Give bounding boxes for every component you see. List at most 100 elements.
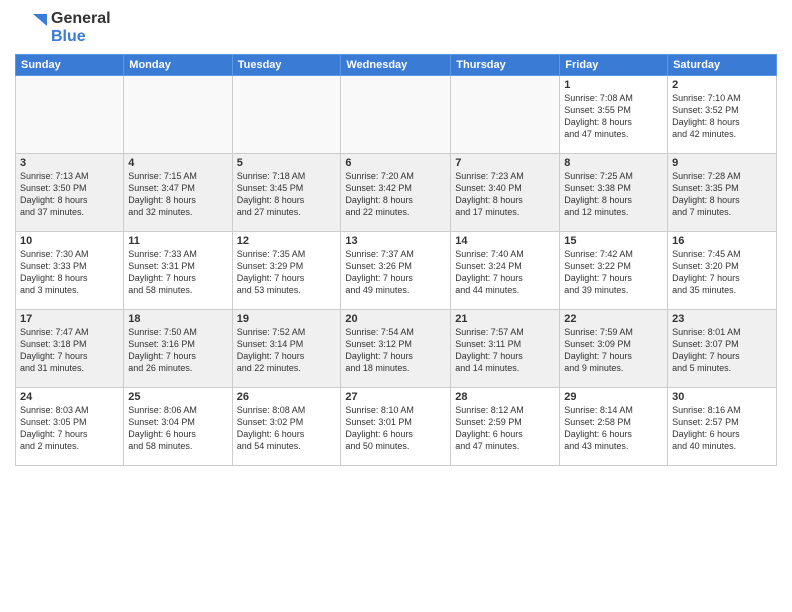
day-number: 5	[237, 157, 337, 169]
calendar-cell: 14Sunrise: 7:40 AMSunset: 3:24 PMDayligh…	[451, 232, 560, 310]
day-number: 22	[564, 313, 663, 325]
day-info: Sunrise: 8:03 AMSunset: 3:05 PMDaylight:…	[20, 404, 119, 453]
calendar-cell: 20Sunrise: 7:54 AMSunset: 3:12 PMDayligh…	[341, 310, 451, 388]
calendar-header-wednesday: Wednesday	[341, 55, 451, 76]
day-info: Sunrise: 7:54 AMSunset: 3:12 PMDaylight:…	[345, 326, 446, 375]
page: General Blue SundayMondayTuesdayWednesda…	[0, 0, 792, 612]
calendar-cell: 25Sunrise: 8:06 AMSunset: 3:04 PMDayligh…	[124, 388, 232, 466]
calendar-cell: 13Sunrise: 7:37 AMSunset: 3:26 PMDayligh…	[341, 232, 451, 310]
day-info: Sunrise: 7:33 AMSunset: 3:31 PMDaylight:…	[128, 248, 227, 297]
day-info: Sunrise: 7:57 AMSunset: 3:11 PMDaylight:…	[455, 326, 555, 375]
logo-svg	[15, 12, 47, 44]
calendar-cell: 5Sunrise: 7:18 AMSunset: 3:45 PMDaylight…	[232, 154, 341, 232]
day-info: Sunrise: 7:28 AMSunset: 3:35 PMDaylight:…	[672, 170, 772, 219]
calendar-week-1: 1Sunrise: 7:08 AMSunset: 3:55 PMDaylight…	[16, 76, 777, 154]
day-number: 28	[455, 391, 555, 403]
calendar-cell	[341, 76, 451, 154]
day-info: Sunrise: 7:20 AMSunset: 3:42 PMDaylight:…	[345, 170, 446, 219]
day-info: Sunrise: 7:18 AMSunset: 3:45 PMDaylight:…	[237, 170, 337, 219]
day-number: 15	[564, 235, 663, 247]
day-info: Sunrise: 7:25 AMSunset: 3:38 PMDaylight:…	[564, 170, 663, 219]
calendar-cell: 27Sunrise: 8:10 AMSunset: 3:01 PMDayligh…	[341, 388, 451, 466]
day-info: Sunrise: 7:52 AMSunset: 3:14 PMDaylight:…	[237, 326, 337, 375]
calendar-cell: 16Sunrise: 7:45 AMSunset: 3:20 PMDayligh…	[668, 232, 777, 310]
day-info: Sunrise: 7:45 AMSunset: 3:20 PMDaylight:…	[672, 248, 772, 297]
calendar-cell: 24Sunrise: 8:03 AMSunset: 3:05 PMDayligh…	[16, 388, 124, 466]
calendar-week-5: 24Sunrise: 8:03 AMSunset: 3:05 PMDayligh…	[16, 388, 777, 466]
day-info: Sunrise: 8:08 AMSunset: 3:02 PMDaylight:…	[237, 404, 337, 453]
day-number: 25	[128, 391, 227, 403]
calendar-cell: 18Sunrise: 7:50 AMSunset: 3:16 PMDayligh…	[124, 310, 232, 388]
day-number: 18	[128, 313, 227, 325]
day-info: Sunrise: 7:50 AMSunset: 3:16 PMDaylight:…	[128, 326, 227, 375]
header: General Blue	[15, 10, 777, 46]
calendar-cell: 6Sunrise: 7:20 AMSunset: 3:42 PMDaylight…	[341, 154, 451, 232]
calendar-header-saturday: Saturday	[668, 55, 777, 76]
calendar-week-2: 3Sunrise: 7:13 AMSunset: 3:50 PMDaylight…	[16, 154, 777, 232]
day-number: 21	[455, 313, 555, 325]
day-info: Sunrise: 7:10 AMSunset: 3:52 PMDaylight:…	[672, 92, 772, 141]
calendar-cell: 3Sunrise: 7:13 AMSunset: 3:50 PMDaylight…	[16, 154, 124, 232]
calendar-cell: 19Sunrise: 7:52 AMSunset: 3:14 PMDayligh…	[232, 310, 341, 388]
calendar-cell: 12Sunrise: 7:35 AMSunset: 3:29 PMDayligh…	[232, 232, 341, 310]
calendar-week-3: 10Sunrise: 7:30 AMSunset: 3:33 PMDayligh…	[16, 232, 777, 310]
day-info: Sunrise: 7:23 AMSunset: 3:40 PMDaylight:…	[455, 170, 555, 219]
calendar-cell: 30Sunrise: 8:16 AMSunset: 2:57 PMDayligh…	[668, 388, 777, 466]
calendar-cell: 2Sunrise: 7:10 AMSunset: 3:52 PMDaylight…	[668, 76, 777, 154]
calendar-cell: 9Sunrise: 7:28 AMSunset: 3:35 PMDaylight…	[668, 154, 777, 232]
calendar-cell: 10Sunrise: 7:30 AMSunset: 3:33 PMDayligh…	[16, 232, 124, 310]
day-number: 13	[345, 235, 446, 247]
day-number: 16	[672, 235, 772, 247]
day-number: 29	[564, 391, 663, 403]
day-number: 10	[20, 235, 119, 247]
day-number: 24	[20, 391, 119, 403]
calendar: SundayMondayTuesdayWednesdayThursdayFrid…	[15, 54, 777, 466]
calendar-cell	[232, 76, 341, 154]
day-number: 4	[128, 157, 227, 169]
day-info: Sunrise: 8:16 AMSunset: 2:57 PMDaylight:…	[672, 404, 772, 453]
day-info: Sunrise: 7:47 AMSunset: 3:18 PMDaylight:…	[20, 326, 119, 375]
day-info: Sunrise: 7:40 AMSunset: 3:24 PMDaylight:…	[455, 248, 555, 297]
calendar-week-4: 17Sunrise: 7:47 AMSunset: 3:18 PMDayligh…	[16, 310, 777, 388]
day-number: 1	[564, 79, 663, 91]
calendar-cell: 23Sunrise: 8:01 AMSunset: 3:07 PMDayligh…	[668, 310, 777, 388]
day-number: 27	[345, 391, 446, 403]
day-info: Sunrise: 7:08 AMSunset: 3:55 PMDaylight:…	[564, 92, 663, 141]
day-number: 9	[672, 157, 772, 169]
calendar-cell: 1Sunrise: 7:08 AMSunset: 3:55 PMDaylight…	[560, 76, 668, 154]
day-info: Sunrise: 7:13 AMSunset: 3:50 PMDaylight:…	[20, 170, 119, 219]
day-number: 12	[237, 235, 337, 247]
day-info: Sunrise: 8:12 AMSunset: 2:59 PMDaylight:…	[455, 404, 555, 453]
day-info: Sunrise: 7:15 AMSunset: 3:47 PMDaylight:…	[128, 170, 227, 219]
calendar-cell: 17Sunrise: 7:47 AMSunset: 3:18 PMDayligh…	[16, 310, 124, 388]
day-info: Sunrise: 7:30 AMSunset: 3:33 PMDaylight:…	[20, 248, 119, 297]
day-number: 7	[455, 157, 555, 169]
day-info: Sunrise: 7:42 AMSunset: 3:22 PMDaylight:…	[564, 248, 663, 297]
calendar-cell: 8Sunrise: 7:25 AMSunset: 3:38 PMDaylight…	[560, 154, 668, 232]
day-number: 14	[455, 235, 555, 247]
calendar-cell: 15Sunrise: 7:42 AMSunset: 3:22 PMDayligh…	[560, 232, 668, 310]
calendar-cell: 28Sunrise: 8:12 AMSunset: 2:59 PMDayligh…	[451, 388, 560, 466]
day-info: Sunrise: 8:10 AMSunset: 3:01 PMDaylight:…	[345, 404, 446, 453]
calendar-cell: 29Sunrise: 8:14 AMSunset: 2:58 PMDayligh…	[560, 388, 668, 466]
day-number: 17	[20, 313, 119, 325]
calendar-cell	[451, 76, 560, 154]
calendar-header-thursday: Thursday	[451, 55, 560, 76]
day-info: Sunrise: 7:35 AMSunset: 3:29 PMDaylight:…	[237, 248, 337, 297]
calendar-cell: 26Sunrise: 8:08 AMSunset: 3:02 PMDayligh…	[232, 388, 341, 466]
day-number: 26	[237, 391, 337, 403]
calendar-header-sunday: Sunday	[16, 55, 124, 76]
calendar-cell: 7Sunrise: 7:23 AMSunset: 3:40 PMDaylight…	[451, 154, 560, 232]
day-number: 3	[20, 157, 119, 169]
day-number: 20	[345, 313, 446, 325]
day-info: Sunrise: 7:37 AMSunset: 3:26 PMDaylight:…	[345, 248, 446, 297]
calendar-header-monday: Monday	[124, 55, 232, 76]
day-info: Sunrise: 8:14 AMSunset: 2:58 PMDaylight:…	[564, 404, 663, 453]
day-number: 19	[237, 313, 337, 325]
calendar-cell	[16, 76, 124, 154]
day-number: 6	[345, 157, 446, 169]
day-number: 11	[128, 235, 227, 247]
day-number: 23	[672, 313, 772, 325]
day-number: 2	[672, 79, 772, 91]
calendar-cell: 4Sunrise: 7:15 AMSunset: 3:47 PMDaylight…	[124, 154, 232, 232]
